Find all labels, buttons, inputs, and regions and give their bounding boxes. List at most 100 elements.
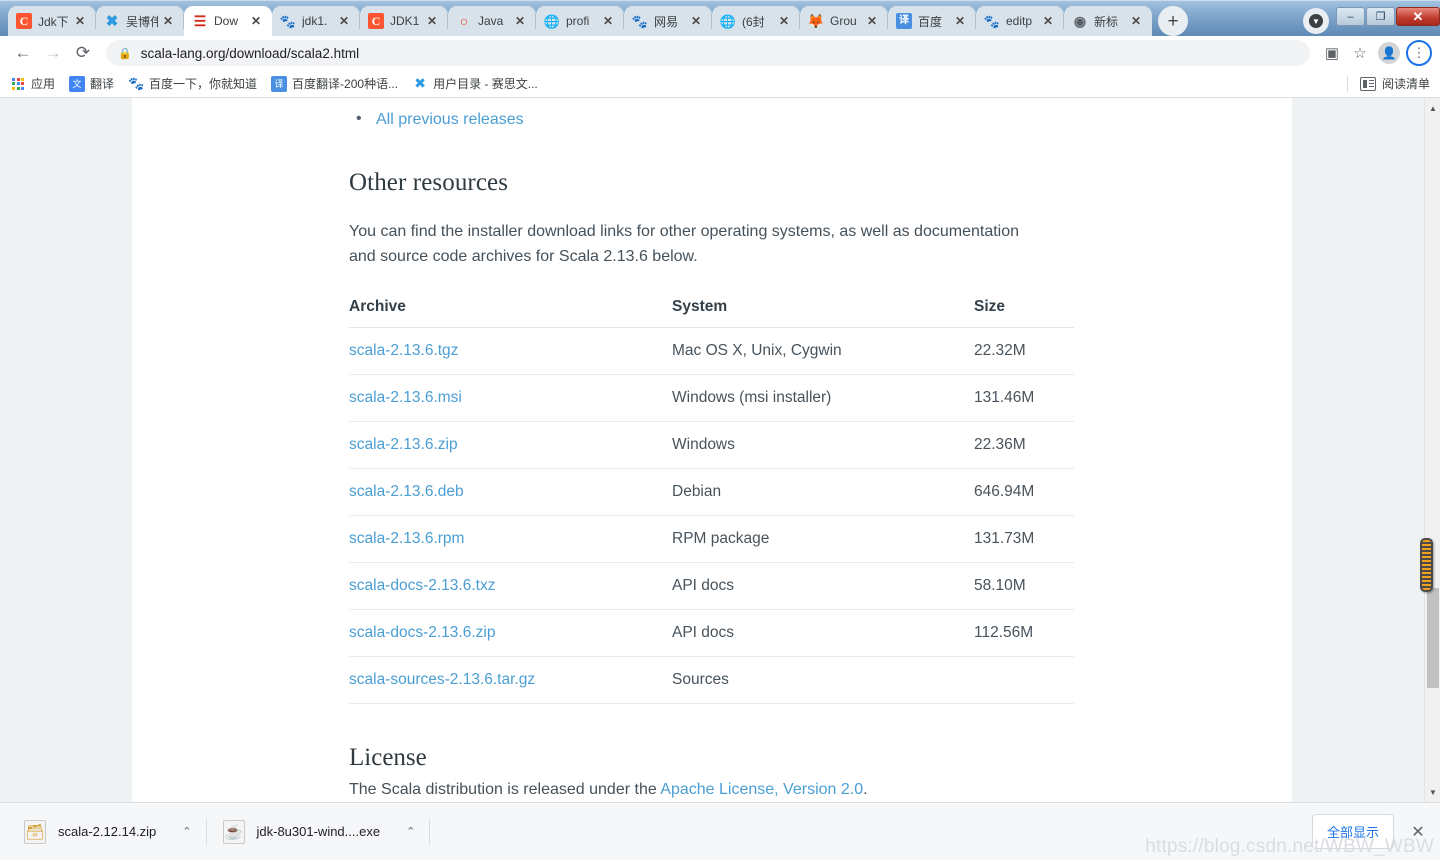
globe-icon: 🌐	[719, 13, 737, 29]
license-body-suffix: .	[863, 781, 868, 798]
tab-title: Dow	[214, 14, 239, 28]
bookmark-translate[interactable]: 文 翻译	[69, 75, 114, 92]
bookmark-apps[interactable]: 应用	[10, 75, 55, 92]
archive-link[interactable]: scala-docs-2.13.6.zip	[349, 624, 495, 641]
tab-close-icon[interactable]: ✕	[248, 13, 264, 29]
license-heading: License	[349, 744, 427, 771]
chevron-up-icon[interactable]: ⌃	[182, 825, 191, 838]
tab-close-icon[interactable]: ✕	[1128, 13, 1144, 29]
tab-title: editp	[1006, 14, 1033, 28]
chevron-down-icon: ▼	[1309, 14, 1323, 28]
scrollbar-thumb[interactable]	[1427, 588, 1439, 688]
reload-button[interactable]: ⟳	[68, 38, 98, 68]
download-shelf-actions: 全部显示 ✕	[1311, 814, 1440, 849]
tab-close-icon[interactable]: ✕	[600, 13, 616, 29]
apache-license-link[interactable]: Apache License, Version 2.0	[660, 781, 863, 798]
tab-4[interactable]: C JDK1 ✕	[360, 6, 448, 36]
divider	[205, 818, 207, 845]
tab-12[interactable]: ◉ 新标 ✕	[1064, 6, 1152, 36]
tab-title: Jdk下	[38, 14, 69, 29]
tab-close-icon[interactable]: ✕	[952, 13, 968, 29]
archive-link[interactable]: scala-2.13.6.rpm	[349, 530, 464, 547]
maximize-button[interactable]: ❐	[1366, 7, 1395, 26]
back-button[interactable]: ←	[8, 38, 38, 68]
license-body-prefix: The Scala distribution is released under…	[349, 781, 661, 798]
tab-title: 网易	[654, 14, 679, 29]
license-body: The Scala distribution is released under…	[349, 781, 1292, 799]
scroll-down-arrow-icon[interactable]: ▼	[1425, 784, 1440, 800]
tab-title: JDK1	[390, 14, 420, 28]
tab-3[interactable]: 🐾 jdk1. ✕	[272, 6, 360, 36]
tab-11[interactable]: 🐾 editp ✕	[976, 6, 1064, 36]
apps-grid-icon	[10, 76, 26, 92]
system-cell: API docs	[672, 609, 974, 657]
list-item: All previous releases	[349, 107, 1292, 132]
other-resources-body: You can find the installer download link…	[349, 223, 1020, 265]
reading-list-icon	[1359, 76, 1376, 91]
system-cell: RPM package	[672, 515, 974, 563]
size-cell: 22.32M	[974, 327, 1074, 375]
scroll-up-arrow-icon[interactable]: ▲	[1425, 100, 1440, 116]
window-controls: – ❐ ✕	[1335, 7, 1440, 26]
chevron-up-icon[interactable]: ⌃	[406, 825, 415, 838]
tab-5[interactable]: ○ Java ✕	[448, 6, 536, 36]
tab-close-icon[interactable]: ✕	[688, 13, 704, 29]
close-window-button[interactable]: ✕	[1396, 7, 1440, 26]
download-item-scala-zip[interactable]: 🗃 scala-2.12.14.zip ⌃	[14, 813, 198, 851]
system-cell: Mac OS X, Unix, Cygwin	[672, 327, 974, 375]
tab-9[interactable]: 🦊 Grou ✕	[800, 6, 888, 36]
archive-link[interactable]: scala-docs-2.13.6.txz	[349, 577, 495, 594]
download-shelf: 🗃 scala-2.12.14.zip ⌃ ☕ jdk-8u301-wind..…	[0, 802, 1440, 860]
tab-title: 百度	[918, 14, 943, 29]
tab-8[interactable]: 🌐 (6封 ✕	[712, 6, 800, 36]
tab-close-icon[interactable]: ✕	[776, 13, 792, 29]
show-all-downloads-button[interactable]: 全部显示	[1311, 814, 1394, 849]
close-shelf-icon[interactable]: ✕	[1408, 822, 1428, 842]
browser-profile-badge[interactable]: ▼	[1303, 8, 1329, 34]
archive-link[interactable]: scala-2.13.6.zip	[349, 436, 458, 453]
mouse-cursor	[1420, 538, 1433, 592]
tab-7[interactable]: 🐾 网易 ✕	[624, 6, 712, 36]
bookmark-star-icon[interactable]: ☆	[1346, 39, 1374, 67]
column-header-size: Size	[974, 298, 1074, 328]
archive-link[interactable]: scala-2.13.6.msi	[349, 389, 462, 406]
bookmark-baidu[interactable]: 🐾 百度一下，你就知道	[128, 75, 257, 92]
tab-close-icon[interactable]: ✕	[336, 13, 352, 29]
browser-toolbar: ← → ⟳ 🔒 scala-lang.org/download/scala2.h…	[0, 36, 1440, 70]
tab-close-icon[interactable]: ✕	[160, 13, 176, 29]
tab-6[interactable]: 🌐 profi ✕	[536, 6, 624, 36]
tab-close-icon[interactable]: ✕	[512, 13, 528, 29]
address-bar-url: scala-lang.org/download/scala2.html	[140, 45, 360, 61]
bookmark-xmind[interactable]: ✖ 用户目录 - 赛思文...	[412, 75, 538, 92]
tab-title: (6封	[742, 14, 765, 29]
bookmark-baidu-fanyi[interactable]: 译 百度翻译-200种语...	[271, 75, 398, 92]
tab-1[interactable]: ✖ 吴博伟 ✕	[96, 6, 184, 36]
reading-list-entry[interactable]: 阅读清单	[1346, 75, 1430, 92]
all-previous-releases-link[interactable]: All previous releases	[376, 111, 524, 128]
java-file-icon: ☕	[222, 819, 245, 844]
page-scrollbar[interactable]: ▲ ▼	[1424, 98, 1440, 802]
download-item-jdk-exe[interactable]: ☕ jdk-8u301-wind....exe ⌃	[213, 813, 422, 851]
size-cell: 112.56M	[974, 609, 1074, 657]
tab-title: Java	[478, 14, 504, 28]
tab-10[interactable]: 译 百度 ✕	[888, 6, 976, 36]
divider	[429, 818, 431, 845]
archive-link[interactable]: scala-sources-2.13.6.tar.gz	[349, 671, 535, 688]
archive-link[interactable]: scala-2.13.6.tgz	[349, 342, 458, 359]
tab-0[interactable]: C Jdk下 ✕	[8, 6, 96, 36]
forward-button[interactable]: →	[38, 38, 68, 68]
tab-close-icon[interactable]: ✕	[424, 13, 440, 29]
tab-close-icon[interactable]: ✕	[1040, 13, 1056, 29]
tab-close-icon[interactable]: ✕	[864, 13, 880, 29]
system-cell: API docs	[672, 562, 974, 610]
bookmark-label: 翻译	[90, 77, 115, 91]
translate-icon[interactable]: ▣	[1318, 39, 1346, 67]
new-tab-button[interactable]: +	[1158, 6, 1188, 36]
minimize-button[interactable]: –	[1336, 7, 1365, 26]
tab-2-active[interactable]: ☰ Dow ✕	[184, 6, 272, 36]
chrome-menu-button[interactable]: ⋮	[1406, 40, 1432, 66]
archive-link[interactable]: scala-2.13.6.deb	[349, 483, 464, 500]
address-bar[interactable]: 🔒 scala-lang.org/download/scala2.html	[106, 40, 1310, 66]
tab-close-icon[interactable]: ✕	[72, 13, 88, 29]
avatar[interactable]: 👤	[1378, 42, 1400, 64]
